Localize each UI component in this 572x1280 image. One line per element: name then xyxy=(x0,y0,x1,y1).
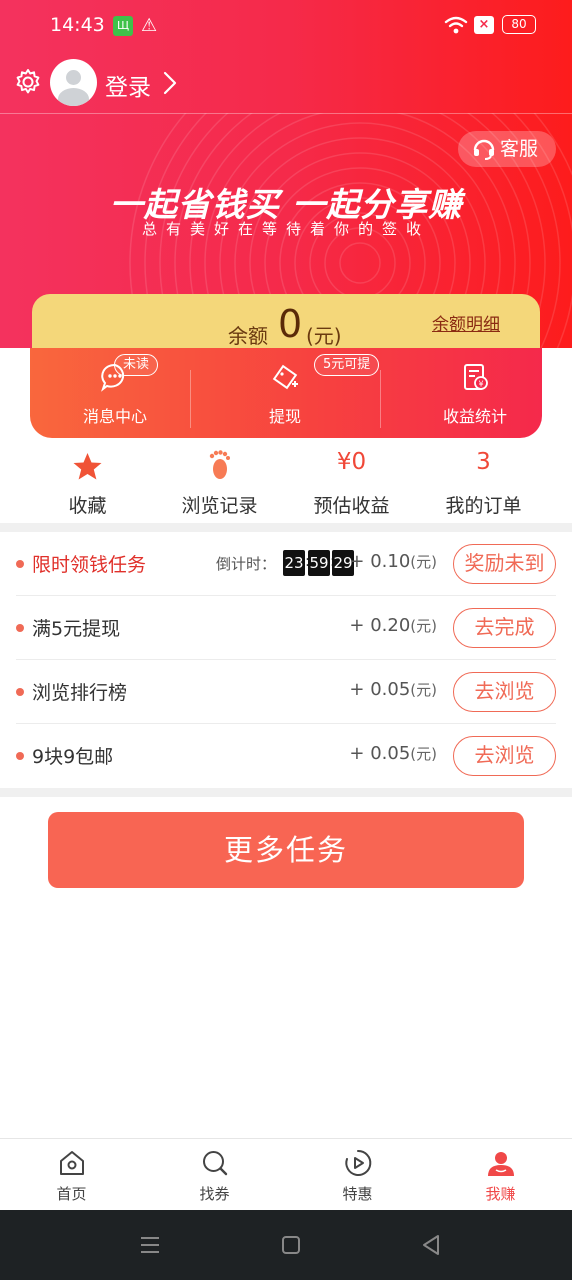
user-icon xyxy=(487,1152,514,1176)
earnings-stats-button[interactable]: ¥ 收益统计 xyxy=(390,348,560,438)
more-tasks-button[interactable]: 更多任务 xyxy=(48,812,524,888)
home-square-icon[interactable] xyxy=(274,1228,308,1262)
tab-deals-label: 特惠 xyxy=(342,1185,373,1203)
banner-subslogan: 总有美好在等待着你的签收 xyxy=(141,220,430,238)
my-orders-button[interactable]: 3 我的订单 xyxy=(412,445,555,521)
balance-unit: (元) xyxy=(306,324,342,348)
estimated-earnings-label: 预估收益 xyxy=(313,495,390,517)
bottom-tab-bar: 首页 找券 特惠 我赚 xyxy=(0,1138,572,1210)
estimated-earnings-button[interactable]: ¥0 预估收益 xyxy=(280,445,423,521)
history-button[interactable]: 浏览记录 xyxy=(148,445,291,521)
chevron-right-icon[interactable] xyxy=(162,70,178,96)
history-label: 浏览记录 xyxy=(181,495,258,517)
task-row: 9块9包邮 + 0.05(元) 去浏览 xyxy=(0,724,572,788)
task-reward-value: + 0.05 xyxy=(349,743,411,764)
bullet-dot xyxy=(16,688,24,696)
play-icon xyxy=(344,1149,371,1176)
divider xyxy=(380,370,381,428)
bullet-dot xyxy=(16,560,24,568)
task-action-button[interactable]: 去浏览 xyxy=(453,736,556,776)
withdraw-label: 提现 xyxy=(268,407,301,426)
bullet-dot xyxy=(16,752,24,760)
headset-icon xyxy=(473,139,495,160)
tab-home-label: 首页 xyxy=(56,1185,87,1203)
unread-badge: 未读 xyxy=(114,354,159,376)
action-card: 消息中心 未读 提现 5元可提 ¥ 收益统计 xyxy=(30,348,542,438)
system-navigation-bar xyxy=(0,1210,572,1280)
tab-earn[interactable]: 我赚 xyxy=(429,1139,572,1211)
task-reward-unit: (元) xyxy=(410,553,437,571)
balance-detail-link[interactable]: 余额明细 xyxy=(432,310,500,335)
task-reward: + 0.10(元) xyxy=(349,551,437,572)
balance-card: 余额 0 (元) 余额明细 xyxy=(32,294,540,354)
task-reward: + 0.20(元) xyxy=(349,615,437,636)
tab-coupons[interactable]: 找券 xyxy=(143,1139,286,1211)
task-name: 限时领钱任务 xyxy=(32,554,147,576)
message-center-label: 消息中心 xyxy=(82,407,147,426)
withdraw-badge: 5元可提 xyxy=(314,354,380,376)
avatar-head xyxy=(66,70,81,85)
sim-icon: Щ xyxy=(113,16,133,36)
task-reward: + 0.05(元) xyxy=(349,679,437,700)
task-reward-unit: (元) xyxy=(410,681,437,699)
my-orders-value: 3 xyxy=(476,449,491,475)
warning-icon: ⚠ xyxy=(141,15,158,36)
task-row: 限时领钱任务 倒计时： 23 : 59 : 29 + 0.10(元) 奖励未到 xyxy=(0,532,572,596)
bullet-dot xyxy=(16,624,24,632)
task-row: 浏览排行榜 + 0.05(元) 去浏览 xyxy=(0,660,572,724)
battery-icon: 80 xyxy=(502,15,536,34)
home-icon xyxy=(59,1151,84,1175)
task-name: 满5元提现 xyxy=(32,618,121,640)
favorites-button[interactable]: 收藏 xyxy=(16,445,159,521)
avatar[interactable] xyxy=(50,59,97,106)
login-link[interactable]: 登录 xyxy=(105,68,151,102)
task-row: 满5元提现 + 0.20(元) 去完成 xyxy=(0,596,572,660)
back-icon[interactable] xyxy=(414,1228,448,1262)
status-time: 14:43 xyxy=(50,14,105,36)
menu-icon[interactable] xyxy=(133,1228,167,1262)
task-name: 9块9包邮 xyxy=(32,746,114,768)
task-reward-unit: (元) xyxy=(410,745,437,763)
countdown-minutes: 59 xyxy=(308,550,330,576)
balance-amount: 0 xyxy=(278,302,303,346)
no-sim-icon: × xyxy=(474,16,494,34)
status-bar: 14:43 Щ ⚠ × 80 xyxy=(0,0,572,52)
balance-label: 余额 xyxy=(228,324,268,348)
task-reward-value: + 0.05 xyxy=(349,679,411,700)
task-reward-unit: (元) xyxy=(410,617,437,635)
avatar-body xyxy=(58,88,89,106)
divider xyxy=(190,370,191,428)
footprint-icon xyxy=(209,450,230,479)
settings-gear-icon[interactable] xyxy=(14,68,42,96)
withdraw-icon xyxy=(272,364,298,390)
search-icon xyxy=(202,1151,227,1176)
tab-deals[interactable]: 特惠 xyxy=(286,1139,429,1211)
task-reward-value: + 0.20 xyxy=(349,615,411,636)
estimated-earnings-value: ¥0 xyxy=(336,449,367,475)
countdown-hours: 23 xyxy=(283,550,305,576)
star-icon xyxy=(73,453,102,480)
task-name: 浏览排行榜 xyxy=(32,682,128,704)
task-action-button[interactable]: 奖励未到 xyxy=(453,544,556,584)
task-action-button[interactable]: 去浏览 xyxy=(453,672,556,712)
tab-coupons-label: 找券 xyxy=(199,1185,230,1203)
earnings-chart-icon: ¥ xyxy=(464,364,488,390)
favorites-label: 收藏 xyxy=(68,495,107,517)
tab-home[interactable]: 首页 xyxy=(0,1139,143,1211)
task-reward: + 0.05(元) xyxy=(349,743,437,764)
wifi-icon xyxy=(444,16,468,34)
section-divider xyxy=(0,523,572,532)
task-reward-value: + 0.10 xyxy=(349,551,411,572)
tab-earn-label: 我赚 xyxy=(485,1185,516,1203)
earnings-stats-label: 收益统计 xyxy=(442,407,507,426)
svg-text:¥: ¥ xyxy=(478,380,483,389)
my-orders-label: 我的订单 xyxy=(445,495,522,517)
countdown-label: 倒计时： xyxy=(216,555,277,573)
task-action-button[interactable]: 去完成 xyxy=(453,608,556,648)
app-root: 14:43 Щ ⚠ × 80 登录 客服 一起省钱买 一起分享赚 总有美好在等待… xyxy=(0,0,572,1280)
quick-stats: 收藏 浏览记录 ¥0 预估收益 3 我的订单 xyxy=(0,445,572,521)
section-divider xyxy=(0,788,572,797)
